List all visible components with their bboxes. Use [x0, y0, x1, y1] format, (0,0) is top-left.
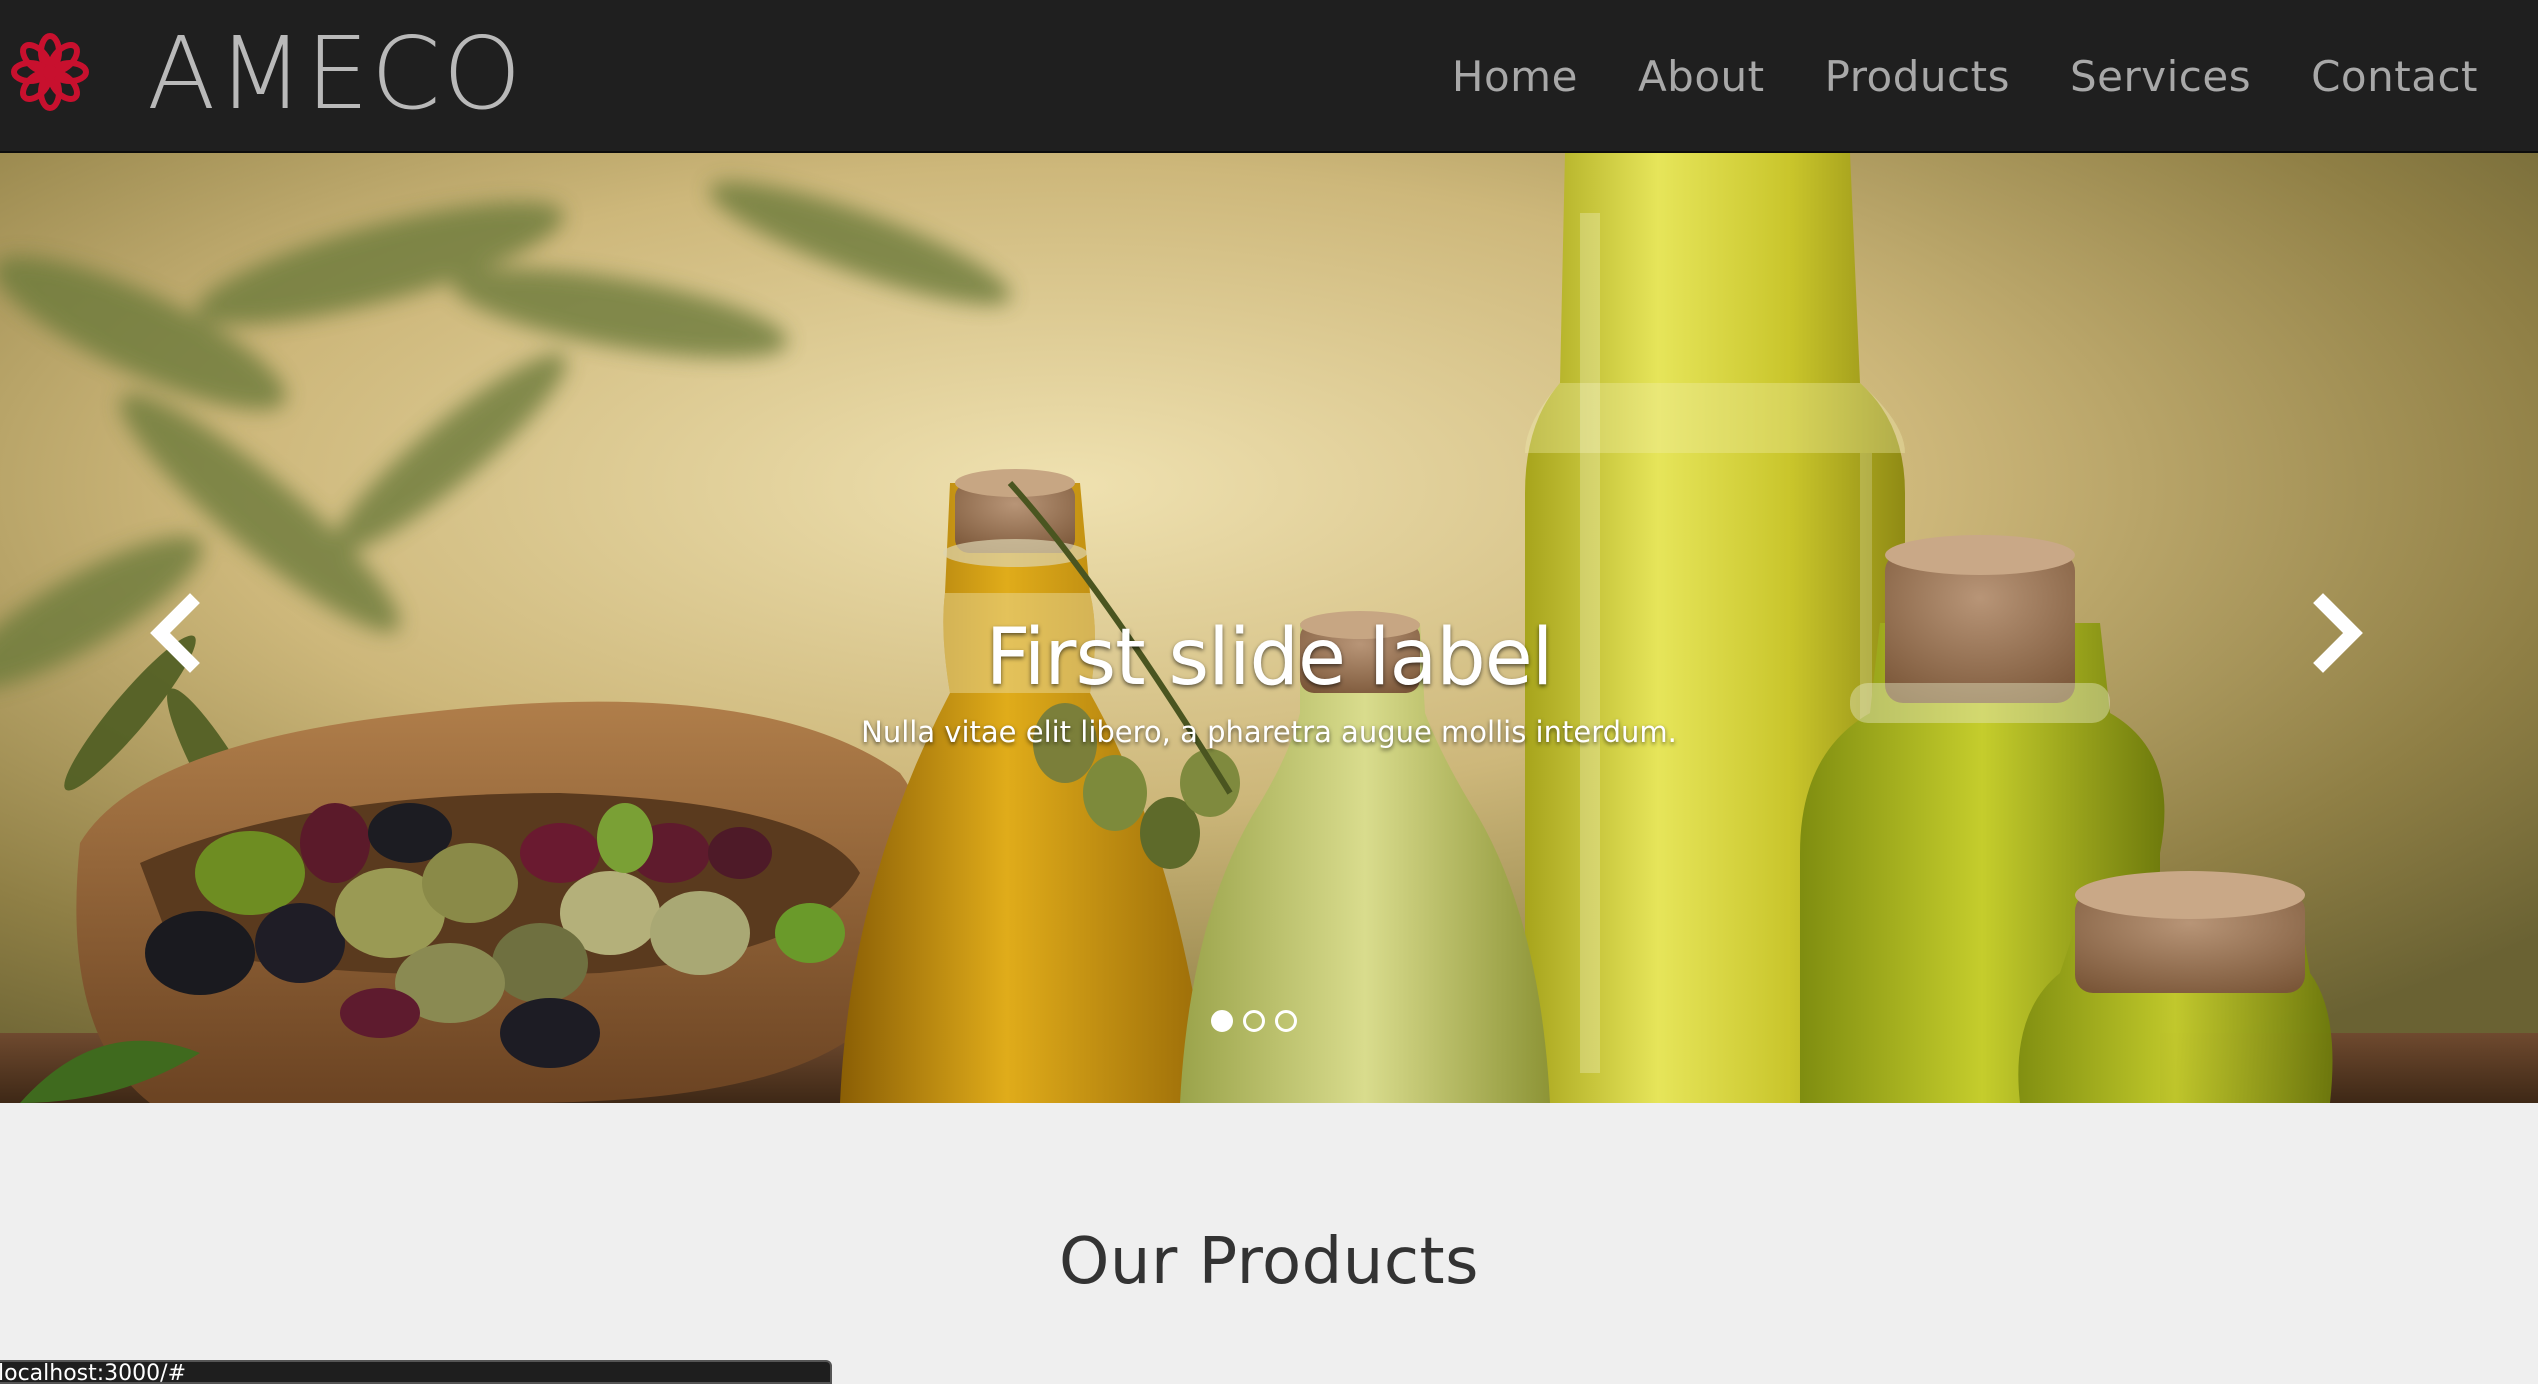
nav-services-link[interactable]: Services [2070, 52, 2251, 101]
flower-icon[interactable] [8, 30, 92, 114]
carousel-indicator-2[interactable] [1243, 1010, 1265, 1032]
slide-title: First slide label [985, 613, 1554, 703]
carousel-indicator-3[interactable] [1275, 1010, 1297, 1032]
carousel-indicator-1[interactable] [1211, 1010, 1233, 1032]
slide-caption: First slide label Nulla vitae elit liber… [0, 608, 2538, 752]
products-section-title: Our Products [1059, 1225, 1479, 1299]
main-nav: Home About Products Services Contact [1452, 0, 2478, 153]
nav-about-link[interactable]: About [1638, 52, 1765, 101]
navbar: AMECO Home About Products Services Conta… [0, 0, 2538, 153]
brand-name[interactable]: AMECO [147, 14, 523, 134]
nav-products-link[interactable]: Products [1825, 52, 2010, 101]
slide-text: Nulla vitae elit libero, a pharetra augu… [861, 715, 1677, 749]
nav-contact-link[interactable]: Contact [2311, 52, 2478, 101]
carousel-indicators [1211, 1010, 1297, 1032]
hero-carousel: First slide label Nulla vitae elit liber… [0, 153, 2538, 1103]
nav-home-link[interactable]: Home [1452, 52, 1578, 101]
link-status-bar: localhost:3000/# [0, 1360, 832, 1384]
